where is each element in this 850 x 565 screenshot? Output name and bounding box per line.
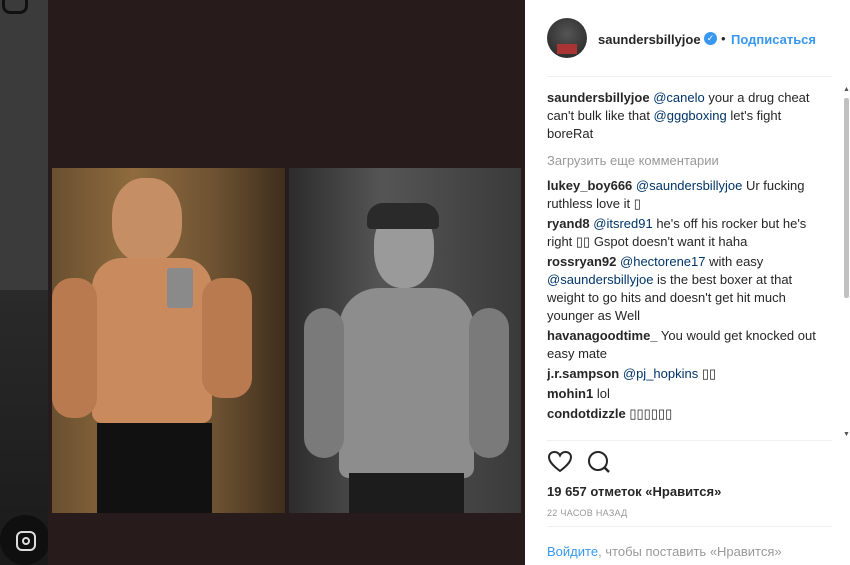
mention-link[interactable]: @itsred91 [593, 216, 652, 231]
comment: havanagoodtime_ You would get knocked ou… [547, 327, 817, 363]
scroll-up-icon[interactable]: ▲ [843, 86, 850, 93]
header-divider [547, 76, 832, 77]
comment: condotdizzle ▯▯▯▯▯▯ [547, 405, 817, 423]
photo-right-bw [289, 168, 521, 513]
mention-link[interactable]: @hectorene17 [620, 254, 705, 269]
comment-text: ▯▯▯▯▯▯ [629, 406, 673, 421]
comment: j.r.sampson @pj_hopkins ▯▯ [547, 365, 817, 383]
comment-username[interactable]: mohin1 [547, 386, 593, 401]
comment: mohin1 lol [547, 385, 817, 403]
instagram-icon [2, 0, 28, 14]
comment-username[interactable]: condotdizzle [547, 406, 626, 421]
header-separator: • [721, 31, 726, 46]
comment-username[interactable]: rossryan92 [547, 254, 616, 269]
footer-divider [547, 526, 832, 527]
load-more-comments-link[interactable]: Загрузить еще комментарии [547, 152, 817, 170]
mention-link[interactable]: @canelo [653, 90, 705, 105]
login-link[interactable]: Войдите [547, 544, 598, 559]
comment-username[interactable]: ryand8 [547, 216, 590, 231]
comment-username[interactable]: havanagoodtime_ [547, 328, 658, 343]
mention-link[interactable]: @gggboxing [654, 108, 727, 123]
comment-username[interactable]: j.r.sampson [547, 366, 619, 381]
comment-username[interactable]: saundersbillyjoe [547, 90, 650, 105]
mention-link[interactable]: @pj_hopkins [623, 366, 698, 381]
avatar[interactable] [547, 18, 587, 58]
scrollbar-thumb[interactable] [844, 98, 849, 298]
previous-post-photo-top [0, 0, 48, 290]
post-timestamp[interactable]: 22 ЧАСОВ НАЗАД [547, 508, 628, 518]
instagram-camera-icon[interactable] [0, 515, 50, 565]
verified-badge-icon: ✓ [704, 32, 717, 45]
comment: lukey_boy666 @saundersbillyjoe Ur fuckin… [547, 177, 817, 213]
post-author-username[interactable]: saundersbillyjoe [598, 32, 701, 47]
previous-post-strip[interactable] [0, 0, 48, 565]
mention-link[interactable]: @saundersbillyjoe [547, 272, 653, 287]
login-prompt-text: , чтобы поставить «Нравится» [598, 544, 782, 559]
comment-username[interactable]: lukey_boy666 [547, 178, 632, 193]
scroll-down-icon[interactable]: ▼ [843, 431, 850, 438]
actions-divider [547, 440, 832, 441]
comment: ryand8 @itsred91 he's off his rocker but… [547, 215, 817, 251]
mention-link[interactable]: @saundersbillyjoe [636, 178, 742, 193]
login-prompt: Войдите, чтобы поставить «Нравится» [547, 544, 782, 559]
comments-list[interactable]: saundersbillyjoe @canelo your a drug che… [547, 89, 817, 437]
comment: saundersbillyjoe @canelo your a drug che… [547, 89, 817, 143]
comment-bubble-icon[interactable] [586, 450, 612, 474]
comment-text: ▯▯ [698, 366, 717, 381]
comment-text: lol [596, 386, 610, 401]
likes-count[interactable]: 19 657 отметок «Нравится» [547, 484, 721, 499]
comment-text: with easy [705, 254, 764, 269]
comment: rossryan92 @hectorene17 with easy @saund… [547, 253, 817, 325]
post-sidebar: saundersbillyjoe ✓ • Подписаться saunder… [525, 0, 850, 565]
photo-left-selfie [52, 168, 285, 513]
follow-button[interactable]: Подписаться [731, 32, 816, 47]
heart-icon[interactable] [547, 450, 573, 474]
comments-scrollbar[interactable]: ▲ ▼ [843, 86, 850, 438]
